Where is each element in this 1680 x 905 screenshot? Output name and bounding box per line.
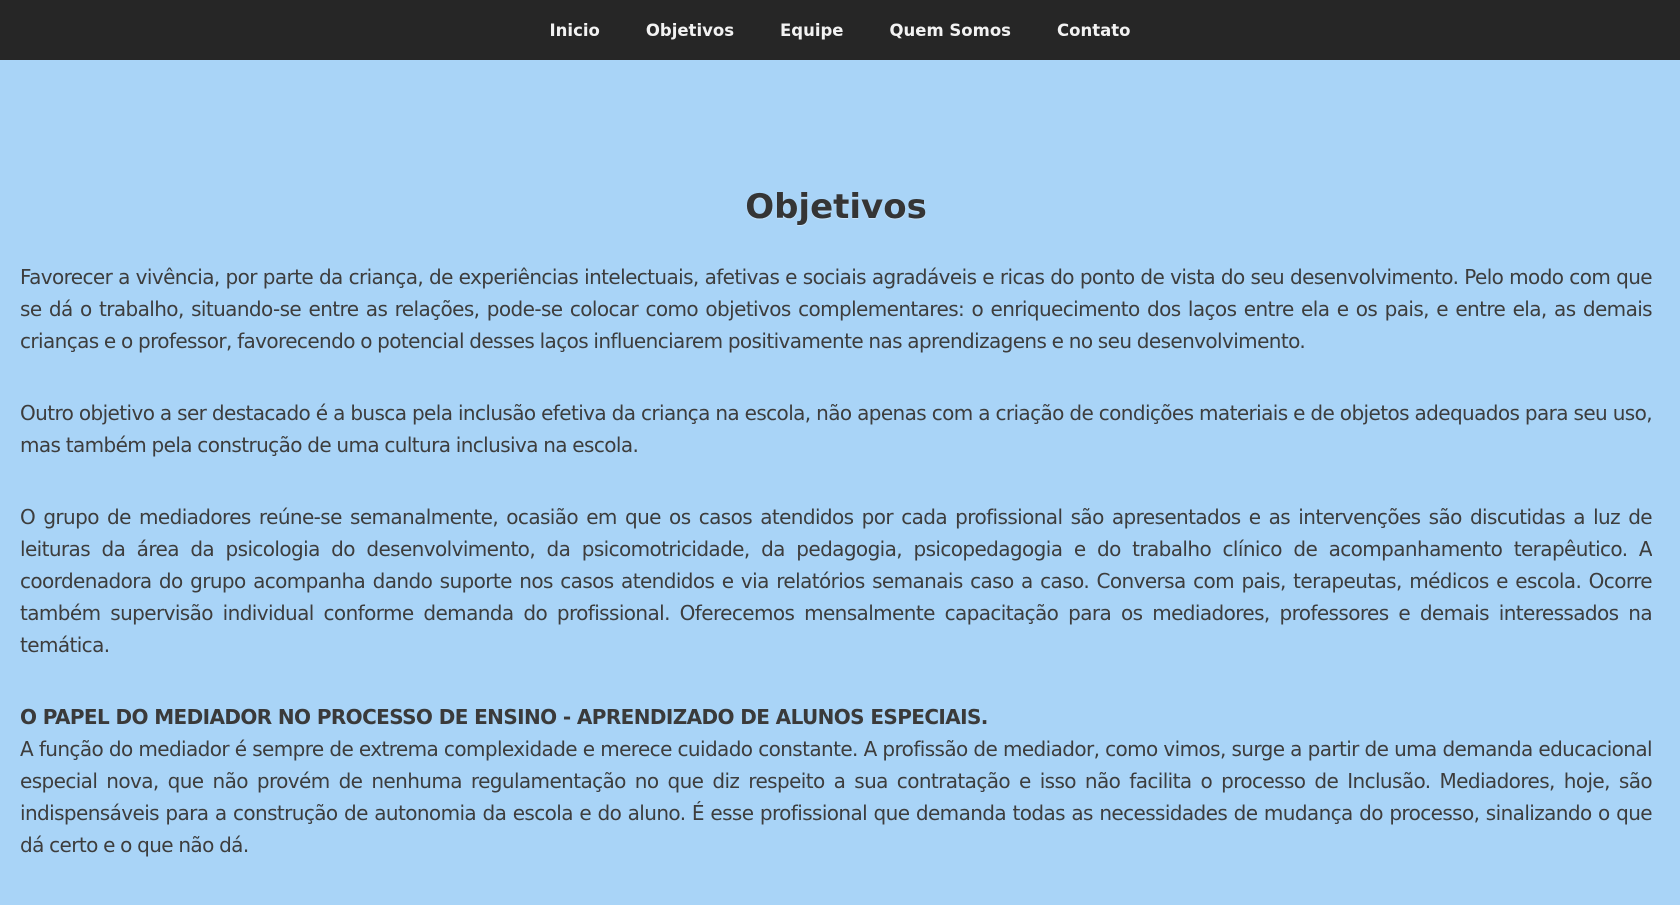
objective-paragraph-1: Favorecer a vivência, por parte da crian… [20,265,1652,353]
page-title: Objetivos [745,187,927,227]
nav-item-equipe[interactable]: Equipe [780,21,844,40]
nav-item-objetivos[interactable]: Objetivos [646,21,734,40]
top-navbar: Inicio Objetivos Equipe Quem Somos Conta… [0,0,1680,60]
objective-paragraph-2: Outro objetivo a ser destacado é a busca… [20,401,1652,457]
nav-item-contato[interactable]: Contato [1057,21,1130,40]
nav-item-quem-somos[interactable]: Quem Somos [890,21,1011,40]
mediators-group-paragraph: O grupo de mediadores reúne-se semanalme… [20,505,1652,657]
mediator-role-paragraph: A função do mediador é sempre de extrema… [20,737,1652,857]
mediator-role-heading: O PAPEL DO MEDIADOR NO PROCESSO DE ENSIN… [20,705,988,729]
nav-item-inicio[interactable]: Inicio [550,21,600,40]
main-content: Objetivos Favorecer a vivência, por part… [20,60,1652,905]
